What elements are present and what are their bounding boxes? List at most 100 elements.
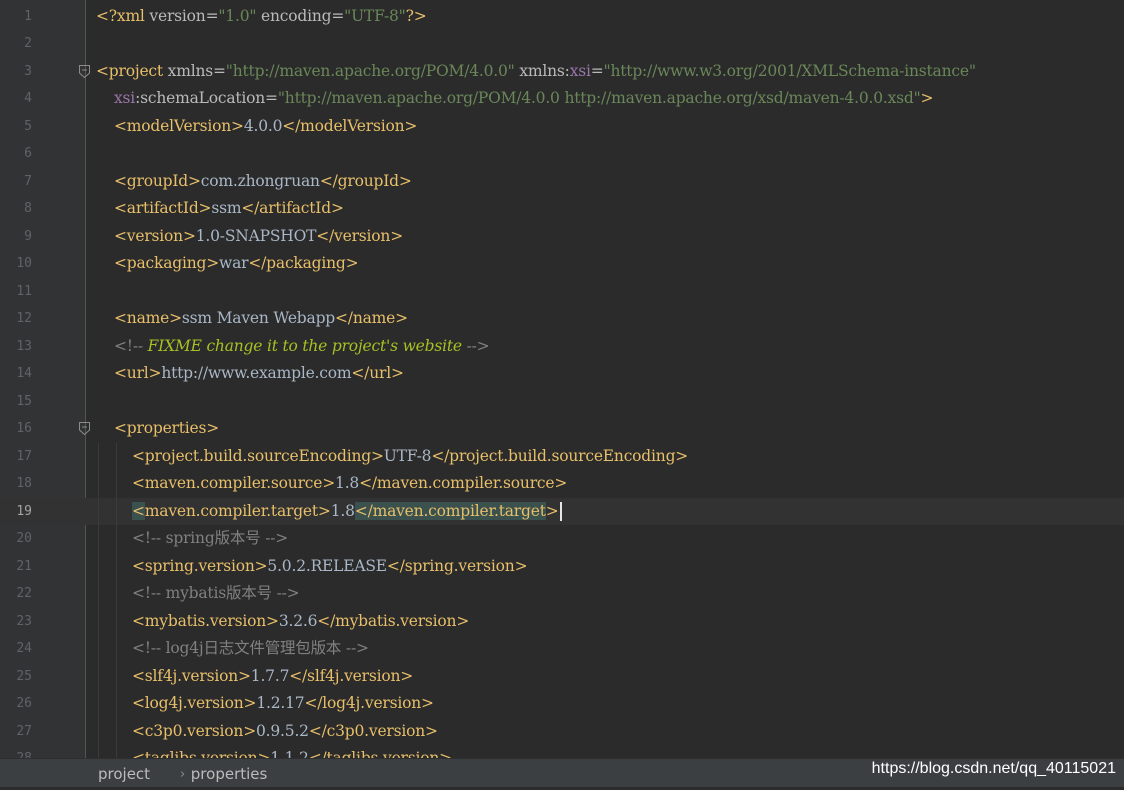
code-line[interactable]: 19 <maven.compiler.target>1.8</maven.comp…	[0, 497, 1124, 526]
code-line[interactable]: 23 <mybatis.version>3.2.6</mybatis.versio…	[0, 607, 1124, 636]
code-text[interactable]: <version>1.0-SNAPSHOT</version>	[114, 223, 403, 251]
code-token: 1.0-SNAPSHOT	[195, 226, 317, 245]
code-token: </packaging>	[248, 254, 359, 272]
code-text[interactable]: <properties>	[114, 415, 219, 443]
line-number: 26	[16, 696, 32, 711]
code-line[interactable]: 2	[0, 30, 1124, 58]
code-token: UTF-8	[383, 446, 432, 465]
code-line[interactable]: 4 xsi:schemaLocation="http://maven.apache…	[0, 85, 1124, 113]
code-line[interactable]: 22 <!-- mybatis版本号 -->	[0, 580, 1124, 608]
code-token: <version>	[114, 226, 196, 245]
code-line[interactable]: 9 <version>1.0-SNAPSHOT</version>	[0, 223, 1124, 251]
line-number: 25	[16, 668, 32, 684]
code-line[interactable]: 24 <!-- log4j日志文件管理包版本 -->	[0, 635, 1124, 663]
code-text[interactable]: <!-- FIXME change it to the project's we…	[114, 333, 490, 361]
code-token: 1.8	[335, 474, 360, 492]
code-token: <project.build.sourceEncoding>	[132, 446, 384, 465]
code-line[interactable]: 18 <maven.compiler.source>1.8</maven.comp…	[0, 470, 1124, 498]
code-token: xsi	[569, 61, 591, 80]
indent-guide	[116, 607, 117, 635]
indent-guide	[116, 552, 117, 580]
code-text[interactable]: <!-- mybatis版本号 -->	[132, 580, 300, 608]
code-line[interactable]: 15	[0, 388, 1124, 416]
code-line[interactable]: 3 <project xmlns="http://maven.apache.org…	[0, 58, 1124, 86]
code-token: <?xml	[96, 6, 150, 25]
code-text[interactable]: <spring.version>5.0.2.RELEASE</spring.ve…	[132, 553, 528, 581]
code-text[interactable]: <slf4j.version>1.7.7</slf4j.version>	[132, 663, 413, 691]
breadcrumb-bar: project › › properties https://blog.csdn…	[0, 758, 1124, 787]
code-line[interactable]: 8 <artifactId>ssm</artifactId>	[0, 195, 1124, 223]
breadcrumb-item-properties[interactable]: › properties	[180, 759, 268, 788]
code-token: ?>	[405, 6, 427, 25]
indent-guide	[98, 635, 99, 663]
line-number: 11	[16, 283, 32, 299]
code-token: <maven.compiler.source>	[132, 474, 336, 492]
code-line[interactable]: 20 <!-- spring版本号 -->	[0, 525, 1124, 553]
fold-marker-icon[interactable]	[79, 422, 90, 435]
code-token: </c3p0.version>	[308, 721, 438, 740]
code-editor[interactable]: 1 <?xml version="1.0" encoding="UTF-8"?> 2…	[0, 0, 1124, 758]
code-line[interactable]: 17 <project.build.sourceEncoding>UTF-8</p…	[0, 442, 1124, 471]
indent-guide	[98, 470, 99, 498]
watermark-text: https://blog.csdn.net/qq_40115021	[871, 760, 1116, 777]
code-text[interactable]: <log4j.version>1.2.17</log4j.version>	[132, 690, 434, 718]
code-token: <!--	[114, 336, 148, 355]
code-text[interactable]: <packaging>war</packaging>	[114, 250, 359, 278]
code-token: 1.7.7	[250, 666, 290, 685]
code-text[interactable]: <mybatis.version>3.2.6</mybatis.version>	[132, 608, 469, 636]
code-line[interactable]: 21 <spring.version>5.0.2.RELEASE</spring.…	[0, 552, 1124, 581]
code-text[interactable]: <artifactId>ssm</artifactId>	[114, 195, 344, 223]
fold-marker-icon[interactable]	[79, 64, 90, 78]
code-token: com.zhongruan	[200, 171, 320, 190]
code-line[interactable]: 25 <slf4j.version>1.7.7</slf4j.version>	[0, 662, 1124, 691]
code-line[interactable]: 28 <taglibs.version>1.1.2</taglibs.versio…	[0, 745, 1124, 758]
indent-guide	[98, 497, 99, 525]
code-text[interactable]: <name>ssm Maven Webapp</name>	[114, 305, 408, 333]
code-line[interactable]: 5 <modelVersion>4.0.0</modelVersion>	[0, 113, 1124, 141]
code-line[interactable]: 27 <c3p0.version>0.9.5.2</c3p0.version>	[0, 717, 1124, 746]
code-token: <packaging>	[114, 254, 220, 272]
code-line[interactable]: 10 <packaging>war</packaging>	[0, 250, 1124, 278]
code-text[interactable]: <!-- log4j日志文件管理包版本 -->	[132, 635, 369, 663]
code-token: version=	[149, 6, 219, 25]
code-token: "1.0"	[218, 6, 257, 25]
code-text[interactable]: <maven.compiler.target>1.8</maven.compil…	[132, 498, 562, 526]
code-line[interactable]: 16 <properties>	[0, 415, 1124, 443]
code-token: >	[920, 89, 934, 107]
code-line[interactable]: 6	[0, 140, 1124, 168]
code-token: <slf4j.version>	[132, 666, 251, 685]
line-number: 13	[16, 338, 32, 354]
code-line[interactable]: 7 <groupId>com.zhongruan</groupId>	[0, 168, 1124, 196]
indent-guide	[98, 745, 99, 758]
code-text[interactable]: <?xml version="1.0" encoding="UTF-8"?>	[96, 3, 427, 31]
breadcrumb-item-project[interactable]: project	[98, 759, 150, 788]
code-text[interactable]: <c3p0.version>0.9.5.2</c3p0.version>	[132, 718, 438, 746]
code-token: 1.1.2	[270, 749, 309, 758]
code-line[interactable]: 14 <url>http://www.example.com</url>	[0, 360, 1124, 388]
code-token: </taglibs.version>	[308, 749, 452, 758]
code-line[interactable]: 1 <?xml version="1.0" encoding="UTF-8"?>	[0, 3, 1124, 31]
indent-guide	[116, 525, 117, 553]
line-number: 5	[24, 118, 32, 134]
code-line[interactable]: 12 <name>ssm Maven Webapp</name>	[0, 305, 1124, 333]
code-token: ssm	[211, 199, 242, 217]
code-text[interactable]: <maven.compiler.source>1.8</maven.compil…	[132, 470, 567, 498]
code-text[interactable]: <groupId>com.zhongruan</groupId>	[114, 168, 412, 196]
code-text[interactable]: <project xmlns="http://maven.apache.org/…	[96, 58, 976, 86]
line-number: 22	[16, 586, 32, 601]
code-text[interactable]: <project.build.sourceEncoding>UTF-8</pro…	[132, 443, 688, 471]
code-line[interactable]: 11	[0, 278, 1124, 306]
code-line[interactable]: 26 <log4j.version>1.2.17</log4j.version>	[0, 690, 1124, 718]
code-text[interactable]: <!-- spring版本号 -->	[132, 525, 288, 553]
code-token: <properties>	[114, 419, 220, 437]
line-number: 9	[24, 228, 32, 244]
code-text[interactable]: <url>http://www.example.com</url>	[114, 360, 404, 388]
code-text[interactable]: <modelVersion>4.0.0</modelVersion>	[114, 113, 417, 141]
code-line[interactable]: 13 <!-- FIXME change it to the project's …	[0, 333, 1124, 361]
code-text[interactable]: <taglibs.version>1.1.2</taglibs.version>	[132, 745, 452, 758]
code-text[interactable]: xsi:schemaLocation="http://maven.apache.…	[114, 85, 934, 113]
code-token: ssm Maven Webapp	[181, 309, 336, 327]
line-number: 19	[16, 503, 32, 519]
indent-guide	[116, 580, 117, 608]
line-number: 21	[16, 558, 32, 574]
